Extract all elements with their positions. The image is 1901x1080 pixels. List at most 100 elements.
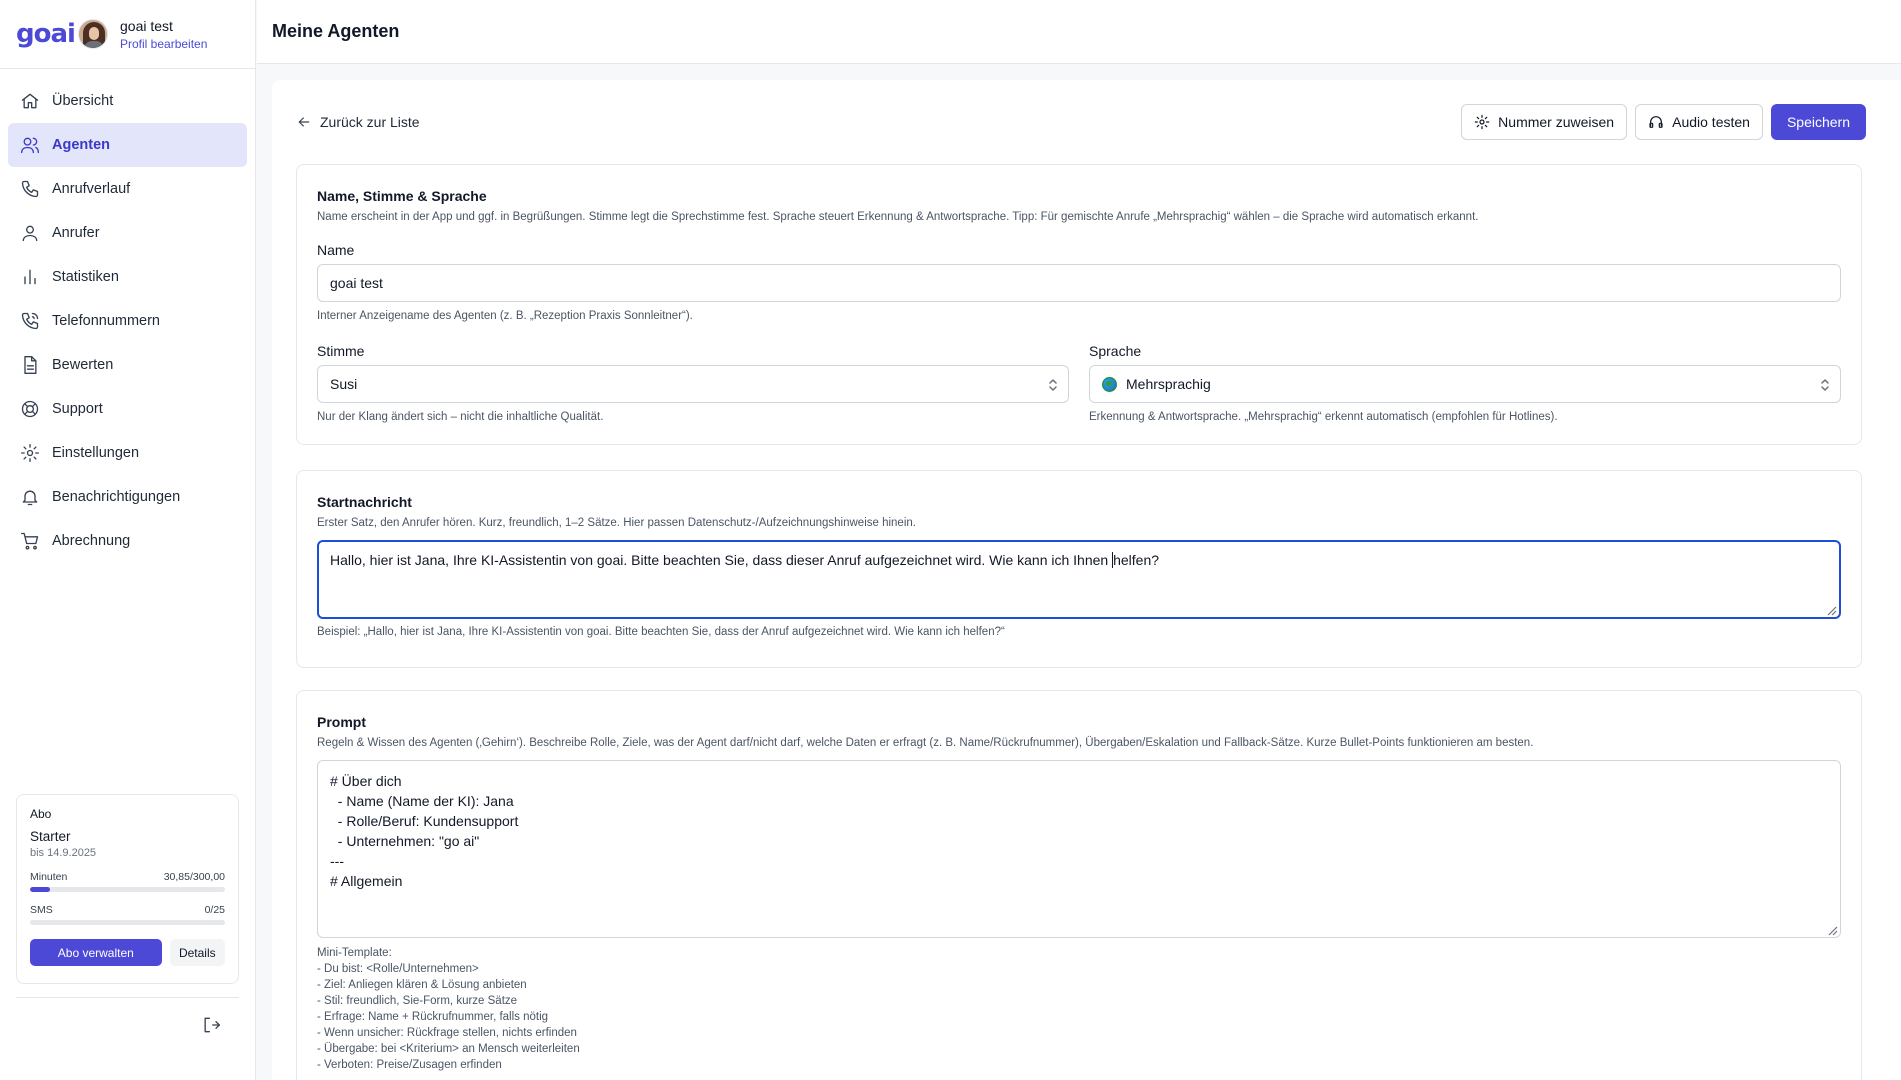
chevron-up-down-icon <box>1048 377 1058 393</box>
voice-value: Susi <box>330 376 358 392</box>
test-audio-label: Audio testen <box>1672 114 1750 130</box>
language-select[interactable]: Mehrsprachig <box>1089 365 1841 403</box>
section-title: Startnachricht <box>317 494 412 510</box>
sidebar-item-label: Telefonnummern <box>52 313 160 329</box>
top-bar: Meine Agenten <box>257 0 1901 64</box>
sms-value: 0/25 <box>204 904 225 916</box>
sidebar-item-agenten[interactable]: Agenten <box>8 123 247 167</box>
user-name: goai test <box>120 17 173 34</box>
back-to-list-link[interactable]: Zurück zur Liste <box>296 114 420 130</box>
prompt-line: - Rolle/Beruf: Kundensupport <box>330 813 519 829</box>
sidebar: goai goai test Profil bearbeiten Übersic… <box>0 0 256 1080</box>
voice-select[interactable]: Susi <box>317 365 1069 403</box>
start-message-section: Startnachricht Erster Satz, den Anrufer … <box>296 470 1862 668</box>
sidebar-item-label: Support <box>52 401 103 417</box>
subscription-until: bis 14.9.2025 <box>30 847 97 859</box>
sidebar-item-label: Benachrichtigungen <box>52 489 181 505</box>
bar-chart-icon <box>20 267 40 287</box>
editor-actions: Nummer zuweisen Audio testen Speichern <box>1453 104 1866 140</box>
name-label: Name <box>317 242 355 258</box>
phone-icon <box>20 179 40 199</box>
manage-subscription-button[interactable]: Abo verwalten <box>30 939 162 966</box>
minutes-progress-fill <box>30 887 51 892</box>
subscription-plan: Starter <box>30 829 71 844</box>
voice-hint: Nur der Klang ändert sich – nicht die in… <box>317 411 604 423</box>
test-audio-button[interactable]: Audio testen <box>1635 104 1763 140</box>
chevron-up-down-icon <box>1820 377 1830 393</box>
cart-icon <box>20 531 40 551</box>
prompt-line: - Name (Name der KI): Jana <box>330 793 514 809</box>
brand-logo[interactable]: goai <box>16 19 78 49</box>
back-label: Zurück zur Liste <box>320 114 420 130</box>
name-input[interactable]: goai test <box>317 264 1841 302</box>
users-icon <box>20 135 40 155</box>
sms-row: SMS 0/25 <box>30 904 225 916</box>
minutes-row: Minuten 30,85/300,00 <box>30 871 225 883</box>
sidebar-item-telefonnummern[interactable]: Telefonnummern <box>8 299 247 343</box>
sidebar-item-einstellungen[interactable]: Einstellungen <box>8 431 247 475</box>
phone-call-icon <box>20 311 40 331</box>
sidebar-item-bewerten[interactable]: Bewerten <box>8 343 247 387</box>
subscription-card: Abo Starter bis 14.9.2025 Minuten 30,85/… <box>16 794 239 984</box>
sms-progress <box>30 920 225 925</box>
agent-editor-panel: Zurück zur Liste Nummer zuweisen Audio t… <box>272 80 1901 1080</box>
name-hint: Interner Anzeigename des Agenten (z. B. … <box>317 310 693 322</box>
voice-label: Stimme <box>317 343 365 359</box>
sidebar-item-abrechnung[interactable]: Abrechnung <box>8 519 247 563</box>
sidebar-item-label: Anrufer <box>52 225 100 241</box>
headphones-icon <box>1649 116 1663 128</box>
start-message-textarea[interactable]: Hallo, hier ist Jana, Ihre KI-Assistenti… <box>317 540 1841 619</box>
sidebar-item-benachrichtigungen[interactable]: Benachrichtigungen <box>8 475 247 519</box>
prompt-line: - Unternehmen: "go ai" <box>330 833 480 849</box>
section-description: Regeln & Wissen des Agenten (‚Gehirn‘). … <box>317 737 1534 749</box>
sidebar-header: goai goai test Profil bearbeiten <box>0 0 255 69</box>
language-label: Sprache <box>1089 343 1142 359</box>
sidebar-nav: Übersicht Agenten Anrufverlauf Anrufer S… <box>0 69 255 573</box>
home-icon <box>20 91 40 111</box>
mini-template: Mini-Template: - Du bist: <Rolle/Unterne… <box>317 945 1841 1073</box>
sidebar-item-statistiken[interactable]: Statistiken <box>8 255 247 299</box>
language-field: Sprache Mehrsprachig Erkennung & Antwort… <box>1089 343 1841 423</box>
sidebar-item-uebersicht[interactable]: Übersicht <box>8 79 247 123</box>
sms-label: SMS <box>30 904 53 916</box>
page-title: Meine Agenten <box>272 21 400 41</box>
subscription-actions: Abo verwalten Details <box>30 939 225 966</box>
mini-template-line: - Ziel: Anliegen klären & Lösung anbiete… <box>317 979 527 991</box>
sidebar-item-label: Abrechnung <box>52 533 131 549</box>
prompt-line: # Über dich <box>330 773 402 789</box>
globe-icon <box>1102 376 1117 392</box>
subscription-title: Abo <box>30 807 52 821</box>
sidebar-item-anrufverlauf[interactable]: Anrufverlauf <box>8 167 247 211</box>
mini-template-line: - Übergabe: bei <Kriterium> an Mensch we… <box>317 1043 580 1055</box>
mini-template-line: - Du bist: <Rolle/Unternehmen> <box>317 963 479 975</box>
minutes-label: Minuten <box>30 871 68 883</box>
gear-icon <box>1474 114 1490 130</box>
sidebar-item-support[interactable]: Support <box>8 387 247 431</box>
sidebar-item-anrufer[interactable]: Anrufer <box>8 211 247 255</box>
prompt-section: Prompt Regeln & Wissen des Agenten (‚Geh… <box>296 690 1862 1080</box>
prompt-textarea[interactable]: # Über dich - Name (Name der KI): Jana -… <box>317 760 1841 938</box>
avatar[interactable] <box>78 19 108 49</box>
edit-profile-link[interactable]: Profil bearbeiten <box>120 37 207 51</box>
assign-number-button[interactable]: Nummer zuweisen <box>1461 104 1628 140</box>
sidebar-divider <box>16 997 239 998</box>
voice-section: Name, Stimme & Sprache Name erscheint in… <box>296 164 1862 445</box>
start-message-text: Hallo, hier ist Jana, Ihre KI-Assistenti… <box>330 552 1113 568</box>
save-button[interactable]: Speichern <box>1770 104 1866 140</box>
voice-field: Stimme Susi Nur der Klang ändert sich – … <box>317 343 1069 423</box>
resize-handle-icon[interactable] <box>1826 923 1838 936</box>
logout-icon[interactable] <box>201 1015 221 1035</box>
sidebar-item-label: Statistiken <box>52 269 119 285</box>
mini-template-line: - Erfrage: Name + Rückrufnummer, falls n… <box>317 1011 549 1023</box>
resize-handle-icon[interactable] <box>1825 603 1837 616</box>
details-button[interactable]: Details <box>169 939 225 966</box>
life-buoy-icon <box>20 399 40 419</box>
sidebar-item-label: Agenten <box>52 137 110 153</box>
user-info: goai test Profil bearbeiten <box>120 18 207 51</box>
arrow-left-icon <box>298 117 310 127</box>
section-description: Erster Satz, den Anrufer hören. Kurz, fr… <box>317 517 916 529</box>
sidebar-item-label: Bewerten <box>52 357 114 373</box>
language-value: Mehrsprachig <box>1126 376 1211 392</box>
sidebar-item-label: Einstellungen <box>52 445 140 461</box>
mini-template-line: - Wenn unsicher: Rückfrage stellen, nich… <box>317 1027 577 1039</box>
